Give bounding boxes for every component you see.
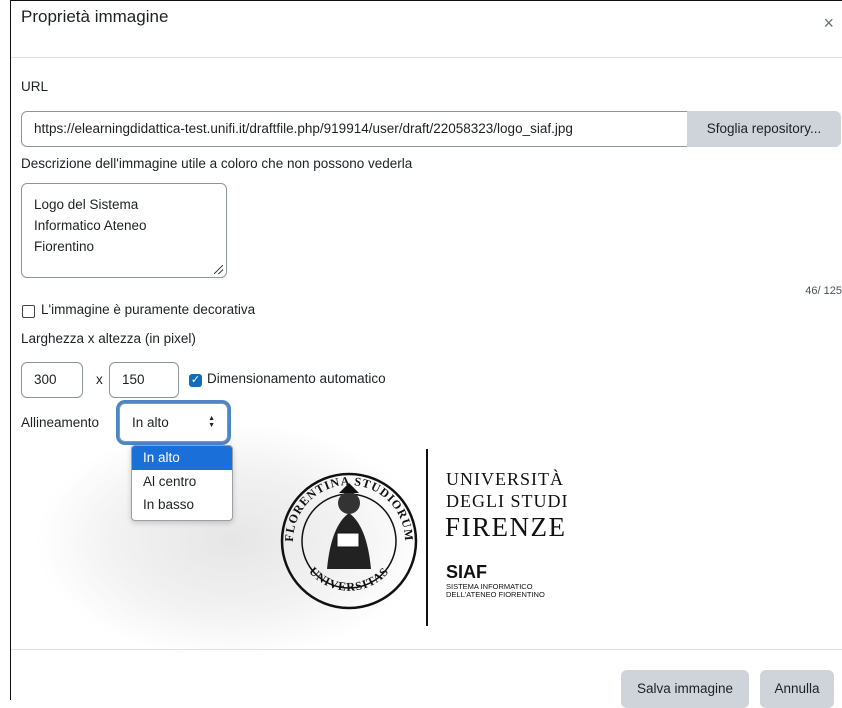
- description-line: Fiorentino: [34, 239, 95, 254]
- width-input[interactable]: 300: [21, 362, 83, 398]
- logo-siaf: SIAF: [446, 562, 487, 582]
- logo-line-firenze: FIRENZE: [445, 512, 567, 542]
- alignment-option-top[interactable]: In alto: [132, 446, 232, 470]
- url-label: URL: [21, 79, 49, 94]
- dialog-footer: Salva immagine Annulla: [11, 649, 842, 708]
- description-line: Logo del Sistema: [34, 197, 139, 212]
- decorative-checkbox[interactable]: [22, 305, 35, 318]
- alignment-dropdown-list: In alto Al centro In basso: [131, 445, 233, 521]
- logo-line-universita: UNIVERSITÀ: [446, 468, 564, 489]
- resize-grip-icon[interactable]: [214, 265, 223, 274]
- description-line: Informatico Ateneo: [34, 218, 147, 233]
- url-input-group: https://elearningdidattica-test.unifi.it…: [21, 111, 841, 147]
- save-image-button[interactable]: Salva immagine: [621, 670, 749, 708]
- height-input[interactable]: 150: [109, 362, 179, 398]
- description-label: Descrizione dell'immagine utile a coloro…: [21, 156, 413, 171]
- url-input[interactable]: https://elearningdidattica-test.unifi.it…: [21, 111, 687, 147]
- size-separator: x: [96, 372, 103, 387]
- university-seal: FLORENTINA STUDIORUM UNIVERSITAS: [280, 472, 418, 610]
- description-textarea[interactable]: Logo del Sistema Informatico Ateneo Fior…: [21, 183, 227, 278]
- character-counter: 46/ 125: [805, 285, 842, 297]
- alignment-option-bottom[interactable]: In basso: [132, 493, 232, 517]
- logo-siaf-sub2: DELL'ATENEO FIORENTINO: [446, 590, 545, 599]
- close-icon[interactable]: ×: [823, 13, 834, 34]
- logo-line-degli-studi: DEGLI STUDI: [446, 491, 568, 511]
- image-preview: FLORENTINA STUDIORUM UNIVERSITAS UNIVERS…: [36, 423, 568, 659]
- size-label: Larghezza x altezza (in pixel): [21, 331, 196, 346]
- alignment-selected-value: In alto: [132, 415, 169, 430]
- auto-size-checkbox[interactable]: ✓: [189, 374, 202, 387]
- image-properties-dialog: Proprietà immagine × URL https://elearni…: [10, 0, 842, 708]
- dialog-title: Proprietà immagine: [21, 7, 169, 26]
- decorative-label[interactable]: L'immagine è puramente decorativa: [41, 302, 255, 317]
- alignment-option-center[interactable]: Al centro: [132, 470, 232, 494]
- dialog-header: Proprietà immagine ×: [11, 1, 842, 58]
- select-arrows-icon: ▲ ▼: [208, 415, 215, 430]
- auto-size-label[interactable]: Dimensionamento automatico: [207, 371, 386, 386]
- browse-repository-button[interactable]: Sfoglia repository...: [687, 111, 841, 147]
- alignment-select[interactable]: In alto ▲ ▼: [119, 403, 228, 442]
- cancel-button[interactable]: Annulla: [760, 670, 834, 708]
